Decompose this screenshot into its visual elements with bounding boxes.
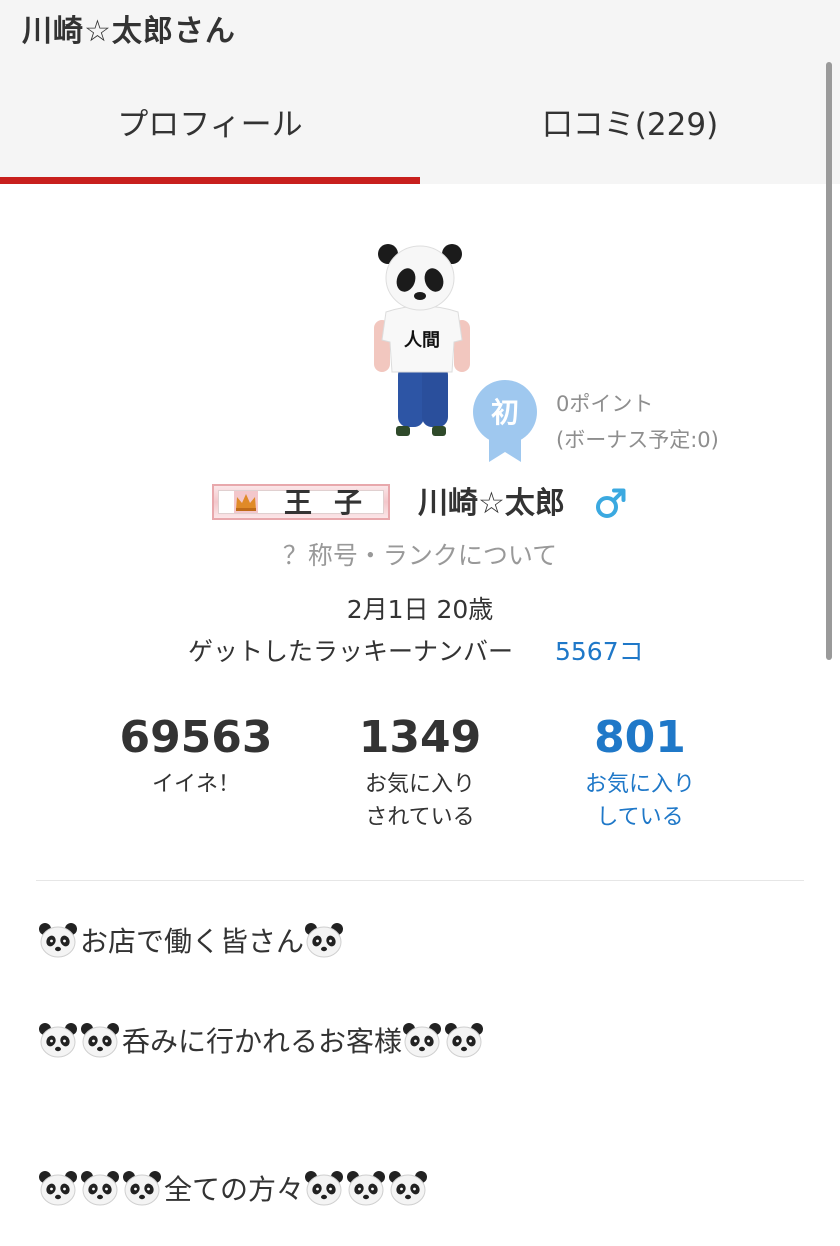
crown-icon: [234, 491, 258, 513]
intro-line-2: 呑みに行かれるお客様: [38, 1020, 818, 1060]
bonus-points: (ボーナス予定:0): [556, 428, 719, 452]
lucky-number-value[interactable]: 5567コ: [555, 632, 644, 668]
intro-line-3: 全ての方々: [38, 1168, 818, 1208]
stat-favoriting-label2[interactable]: している: [520, 801, 760, 834]
section-divider: [36, 880, 804, 881]
lucky-number-label: ゲットしたラッキーナンバー: [188, 637, 514, 666]
panda-face-icon: [80, 1169, 120, 1207]
panda-face-icon: [304, 1169, 344, 1207]
tab-profile[interactable]: プロフィール: [0, 100, 420, 150]
rank-title-plate: 王子: [212, 484, 390, 520]
stat-likes-number: 69563: [119, 712, 273, 763]
panda-face-icon: [38, 1169, 78, 1207]
stat-favorited-by-label2: されている: [365, 805, 475, 830]
male-sign-icon: [596, 488, 626, 518]
rank-title: 王子: [284, 486, 385, 519]
active-tab-indicator: [0, 177, 420, 184]
header-bar: 川崎☆太郎さん プロフィール 口コミ(229): [0, 0, 840, 184]
shirt-text: 人間: [404, 330, 440, 351]
avatar: 人間: [368, 240, 476, 450]
stat-favorited-by: 1349 お気に入り されている: [300, 708, 540, 834]
panda-face-icon: [122, 1169, 162, 1207]
panda-face-icon: [38, 921, 78, 959]
stat-favoriting-label1[interactable]: お気に入り: [520, 768, 760, 801]
stat-likes: 69563 イイネ！: [76, 708, 316, 801]
stat-favorited-by-label1: お気に入り: [364, 772, 475, 797]
stat-favorited-by-number: 1349: [358, 712, 482, 763]
page-title: 川崎☆太郎さん: [22, 14, 236, 49]
panda-face-icon: [444, 1021, 484, 1059]
panda-face-icon: [38, 1021, 78, 1059]
tab-reviews[interactable]: 口コミ(229): [420, 100, 840, 150]
intro-text-2: 呑みに行かれるお客様: [122, 1025, 403, 1058]
beginner-badge: 初: [473, 380, 537, 462]
panda-face-icon: [304, 921, 344, 959]
stat-likes-label: イイネ！: [151, 772, 240, 797]
rank-info-link[interactable]: ？称号・ランクについて: [0, 536, 840, 572]
intro-text-3: 全ての方々: [164, 1173, 305, 1206]
stat-favoriting-number[interactable]: 801: [520, 708, 760, 768]
points-value: 0ポイント: [556, 392, 654, 416]
badge-label: 初: [491, 396, 519, 429]
points-info: 0ポイント (ボーナス予定:0): [556, 386, 719, 458]
intro-line-1: お店で働く皆さん: [38, 920, 818, 960]
intro-text-1: お店で働く皆さん: [80, 925, 305, 958]
panda-face-icon: [346, 1169, 386, 1207]
birthday-age: 2月1日 20歳: [346, 595, 494, 624]
panda-face-icon: [80, 1021, 120, 1059]
panda-face-icon: [402, 1021, 442, 1059]
panda-face-icon: [388, 1169, 428, 1207]
user-name: 川崎☆太郎: [418, 486, 565, 521]
stat-favoriting[interactable]: 801 お気に入り している: [520, 708, 760, 834]
